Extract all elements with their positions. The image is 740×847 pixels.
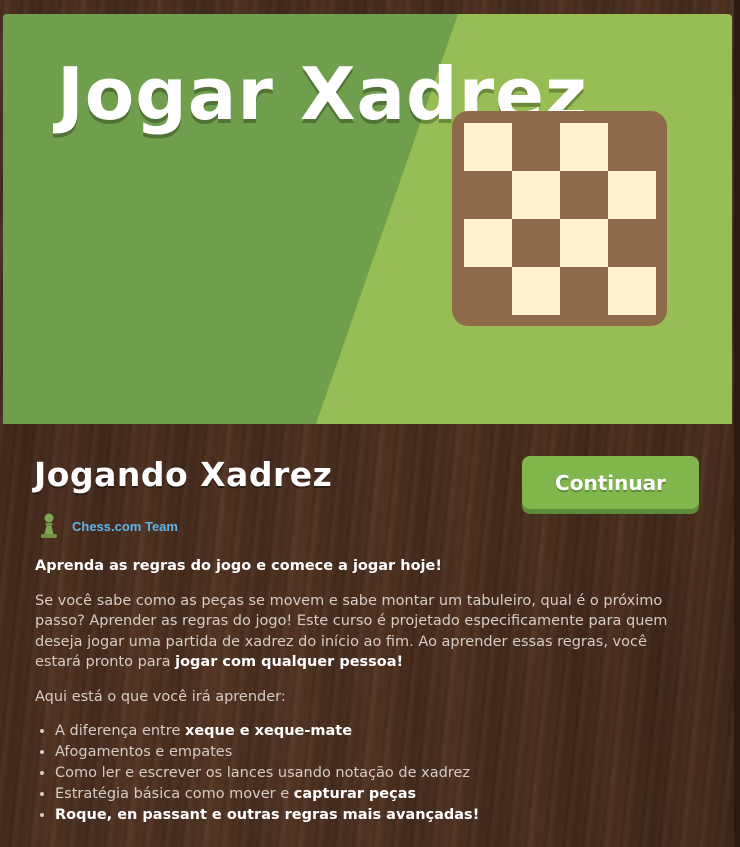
board-square	[608, 123, 656, 171]
board-square	[560, 171, 608, 219]
course-description: Aprenda as regras do jogo e comece a jog…	[35, 556, 695, 826]
page-edge	[734, 0, 740, 847]
board-square	[464, 267, 512, 315]
learning-list: A diferença entre xeque e xeque-mate Afo…	[35, 721, 695, 826]
board-square	[512, 219, 560, 267]
list-item: Como ler e escrever os lances usando not…	[55, 763, 695, 784]
board-square	[464, 123, 512, 171]
pawn-icon	[41, 513, 57, 538]
list-item-text: A diferença entre	[55, 723, 185, 739]
course-hero-banner: Jogar Xadrez	[3, 14, 732, 424]
board-square	[560, 219, 608, 267]
continue-button[interactable]: Continuar	[522, 456, 699, 509]
board-square	[608, 219, 656, 267]
description-paragraph: Se você sabe como as peças se movem e sa…	[35, 591, 695, 673]
list-item: Roque, en passant e outras regras mais a…	[55, 805, 695, 826]
list-item-emphasis: capturar peças	[293, 786, 417, 802]
list-item-text: Como ler e escrever os lances usando not…	[55, 765, 470, 781]
chessboard-grid	[464, 123, 656, 315]
list-intro: Aqui está o que você irá aprender:	[35, 688, 286, 705]
board-square	[464, 219, 512, 267]
list-item-text: Afogamentos e empates	[55, 744, 233, 760]
list-item: Afogamentos e empates	[55, 742, 695, 763]
course-author: Chess.com Team	[38, 512, 178, 540]
author-link[interactable]: Chess.com Team	[72, 519, 178, 534]
list-item: Estratégia básica como mover e capturar …	[55, 784, 695, 805]
list-item: A diferença entre xeque e xeque-mate	[55, 721, 695, 742]
board-square	[560, 123, 608, 171]
chessboard-icon	[452, 111, 667, 326]
board-square	[560, 267, 608, 315]
board-square	[608, 171, 656, 219]
paragraph-emphasis: jogar com qualquer pessoa!	[175, 654, 404, 670]
list-item-emphasis: Roque, en passant e outras regras mais a…	[55, 807, 480, 823]
board-square	[608, 267, 656, 315]
list-item-text: Estratégia básica como mover e	[55, 786, 294, 802]
board-square	[512, 171, 560, 219]
board-square	[464, 171, 512, 219]
course-title: Jogando Xadrez	[34, 455, 333, 494]
board-square	[512, 123, 560, 171]
list-item-emphasis: xeque e xeque-mate	[184, 723, 353, 739]
board-square	[512, 267, 560, 315]
description-lead: Aprenda as regras do jogo e comece a jog…	[35, 558, 442, 574]
